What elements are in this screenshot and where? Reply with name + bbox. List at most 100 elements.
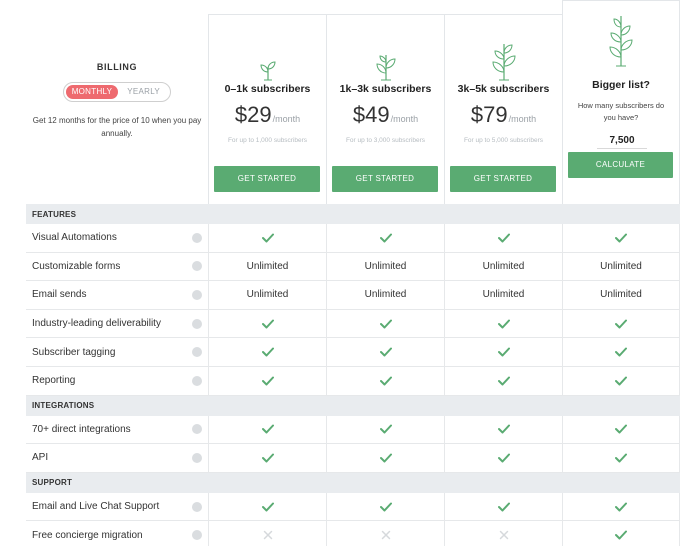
feature-row: Industry-leading deliverability <box>26 309 680 339</box>
section-label: SUPPORT <box>32 478 73 488</box>
feature-row: Visual Automations <box>26 224 680 253</box>
feature-label: Industry-leading deliverability <box>32 318 161 330</box>
feature-label-cell: Subscriber tagging <box>26 338 208 366</box>
plan-column-2: 1k–3k subscribers $49/month For up to 3,… <box>326 14 444 204</box>
plan-price: $29/month <box>234 102 301 127</box>
feature-label-cell: Reporting <box>26 367 208 395</box>
plan-price: $79/month <box>470 102 537 127</box>
check-icon <box>562 444 680 472</box>
info-icon[interactable] <box>192 232 202 243</box>
check-icon <box>562 415 680 444</box>
feature-label: 70+ direct integrations <box>32 423 131 435</box>
plan-column-1: 0–1k subscribers $29/month For up to 1,0… <box>208 14 326 204</box>
plant-icon <box>563 11 679 67</box>
info-icon[interactable] <box>192 375 202 386</box>
plan-subtitle: For up to 1,000 subscribers <box>227 137 308 144</box>
feature-label: Subscriber tagging <box>32 346 116 358</box>
feature-value: Unlimited <box>208 281 326 309</box>
feature-row: Email and Live Chat Support <box>26 492 680 522</box>
feature-value: Unlimited <box>326 252 444 281</box>
get-started-button[interactable]: GET STARTED <box>332 166 438 192</box>
info-icon[interactable] <box>192 261 202 272</box>
feature-label-cell: API <box>26 444 208 472</box>
check-icon <box>562 366 680 395</box>
section-header: SUPPORT <box>26 472 680 493</box>
plan-subtitle: For up to 3,000 subscribers <box>345 137 426 144</box>
check-icon <box>208 415 326 444</box>
feature-label-cell: Email sends <box>26 281 208 309</box>
sprout-small-icon <box>209 37 326 81</box>
check-icon <box>326 444 444 472</box>
feature-value: Unlimited <box>208 252 326 281</box>
check-icon <box>326 492 444 521</box>
feature-label: API <box>32 452 49 464</box>
check-icon <box>562 521 680 546</box>
feature-label-cell: Industry-leading deliverability <box>26 310 208 338</box>
cross-icon <box>326 521 444 546</box>
section-label: FEATURES <box>32 209 77 219</box>
check-icon <box>208 338 326 366</box>
check-icon <box>562 224 680 252</box>
feature-value: Unlimited <box>562 281 680 309</box>
feature-value: Unlimited <box>444 281 562 309</box>
toggle-monthly[interactable]: MONTHLY <box>66 85 118 99</box>
billing-panel: BILLING MONTHLY YEARLY Get 12 months for… <box>26 62 208 140</box>
info-icon[interactable] <box>192 501 202 512</box>
feature-label-cell: Email and Live Chat Support <box>26 493 208 521</box>
feature-label: Customizable forms <box>32 260 121 272</box>
feature-label-cell: Customizable forms <box>26 253 208 281</box>
cross-icon <box>444 521 562 546</box>
info-icon[interactable] <box>192 289 202 300</box>
feature-value: Unlimited <box>562 252 680 281</box>
info-icon[interactable] <box>192 347 202 358</box>
bigger-list-title: Bigger list? <box>592 79 650 91</box>
cross-icon <box>208 521 326 546</box>
check-icon <box>444 309 562 338</box>
info-icon[interactable] <box>192 424 202 435</box>
calculate-button[interactable]: CALCULATE <box>568 152 673 178</box>
feature-row: Free concierge migration <box>26 521 680 546</box>
plan-subtitle: For up to 5,000 subscribers <box>463 137 544 144</box>
plan-column-3: 3k–5k subscribers $79/month For up to 5,… <box>444 14 562 204</box>
feature-row: Email sends Unlimited Unlimited Unlimited Un… <box>26 281 680 310</box>
info-icon[interactable] <box>192 530 202 541</box>
feature-row: 70+ direct integrations <box>26 415 680 445</box>
section-label: INTEGRATIONS <box>32 401 95 411</box>
check-icon <box>444 224 562 252</box>
feature-row: API <box>26 444 680 473</box>
get-started-button[interactable]: GET STARTED <box>450 166 556 192</box>
subscriber-question: How many subscribers do you have? <box>577 101 665 122</box>
toggle-yearly[interactable]: YEARLY <box>127 85 160 99</box>
section-header: INTEGRATIONS <box>26 395 680 416</box>
feature-label-cell: Visual Automations <box>26 224 208 252</box>
bigger-list-column: Bigger list? How many subscribers do you… <box>562 0 680 204</box>
section-header: FEATURES <box>26 204 680 224</box>
info-icon[interactable] <box>192 452 202 463</box>
plan-name: 0–1k subscribers <box>224 83 311 95</box>
feature-label: Email sends <box>32 289 87 301</box>
check-icon <box>562 309 680 338</box>
plan-name: 1k–3k subscribers <box>339 83 432 95</box>
check-icon <box>326 415 444 444</box>
feature-value: Unlimited <box>444 252 562 281</box>
get-started-button[interactable]: GET STARTED <box>214 166 320 192</box>
feature-label-cell: 70+ direct integrations <box>26 416 208 444</box>
plan-price: $49/month <box>352 102 419 127</box>
sprout-medium-icon <box>327 37 444 81</box>
check-icon <box>208 366 326 395</box>
feature-table: FEATURES Visual Automations Customizable f… <box>26 204 680 546</box>
pricing-header: BILLING MONTHLY YEARLY Get 12 months for… <box>0 0 700 204</box>
info-icon[interactable] <box>192 318 202 329</box>
billing-title: BILLING <box>96 62 138 72</box>
plan-name: 3k–5k subscribers <box>457 83 550 95</box>
feature-label: Email and Live Chat Support <box>32 501 160 513</box>
check-icon <box>444 338 562 366</box>
feature-value: Unlimited <box>326 281 444 309</box>
billing-note: Get 12 months for the price of 10 when y… <box>32 116 202 138</box>
subscriber-count-input[interactable] <box>597 133 647 149</box>
billing-toggle[interactable]: MONTHLY YEARLY <box>63 82 171 102</box>
feature-label: Reporting <box>32 375 76 387</box>
feature-label-cell: Free concierge migration <box>26 521 208 546</box>
feature-row: Customizable forms Unlimited Unlimited Unli… <box>26 252 680 282</box>
check-icon <box>326 309 444 338</box>
